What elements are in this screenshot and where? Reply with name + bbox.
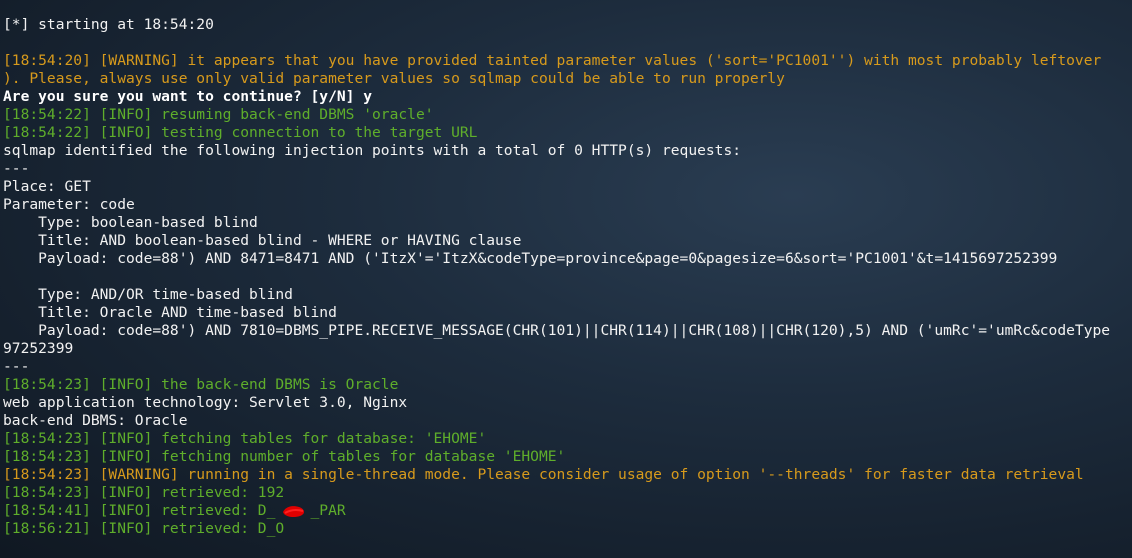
terminal-output[interactable]: [*] starting at 18:54:20 [18:54:20] [WARN… [3, 16, 1132, 556]
terminal-line: --- [3, 358, 30, 375]
terminal-line: back-end DBMS: Oracle [3, 412, 188, 429]
terminal-line: [18:54:23] [INFO] fetching number of tab… [3, 448, 566, 465]
terminal-line: Type: AND/OR time-based blind [3, 286, 293, 303]
terminal-line: Title: Oracle AND time-based blind [3, 304, 337, 321]
terminal-line: [18:54:23] [INFO] retrieved: 192 [3, 484, 285, 501]
terminal-line: 97252399 [3, 340, 74, 357]
terminal-line: web application technology: Servlet 3.0,… [3, 394, 408, 411]
terminal-line: [*] starting at 18:54:20 [3, 16, 214, 33]
terminal-line: [18:54:22] [INFO] resuming back-end DBMS… [3, 106, 434, 123]
terminal-line: [18:54:23] [WARNING] running in a single… [3, 466, 1084, 483]
terminal-line: ). Please, always use only valid paramet… [3, 70, 785, 87]
terminal-line: [18:54:20] [WARNING] it appears that you… [3, 52, 1102, 69]
terminal-line: sqlmap identified the following injectio… [3, 142, 742, 159]
terminal-line: Place: GET [3, 178, 91, 195]
terminal-line: --- [3, 160, 30, 177]
terminal-line: Are you sure you want to continue? [y/N]… [3, 88, 373, 105]
terminal-line: [18:54:23] [INFO] the back-end DBMS is O… [3, 376, 399, 393]
terminal-line: Payload: code=88') AND 7810=DBMS_PIPE.RE… [3, 322, 1111, 339]
terminal-line: [18:54:41] [INFO] retrieved: D_ _PAR [3, 502, 346, 519]
terminal-line: [18:56:21] [INFO] retrieved: D_O [3, 520, 285, 537]
terminal-line: [18:54:23] [INFO] fetching tables for da… [3, 430, 487, 447]
terminal-line: Type: boolean-based blind [3, 214, 258, 231]
terminal-line: Payload: code=88') AND 8471=8471 AND ('I… [3, 250, 1058, 267]
terminal-line: [18:54:22] [INFO] testing connection to … [3, 124, 478, 141]
terminal-line: Title: AND boolean-based blind - WHERE o… [3, 232, 522, 249]
terminal-line: Parameter: code [3, 196, 135, 213]
